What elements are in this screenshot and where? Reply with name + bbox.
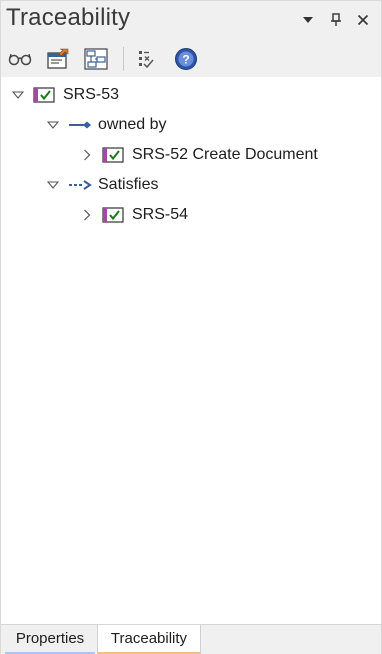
tree-item-label: SRS-52 Create Document: [132, 146, 318, 163]
traceability-tree: SRS-53 owned by SRS-52 Create Document S…: [1, 79, 381, 624]
requirement-icon: [102, 206, 124, 224]
close-icon[interactable]: [354, 11, 372, 29]
bottom-tab-strip: Properties Traceability: [1, 624, 381, 654]
panel-title-bar: Traceability: [1, 1, 381, 41]
expand-chevron-icon[interactable]: [80, 148, 94, 162]
traceability-panel: Traceability ? SRS-53 owned by SRS-52 Cr…: [0, 0, 382, 654]
toolbar: ?: [1, 41, 381, 77]
tree-group-owned-by[interactable]: owned by: [46, 111, 167, 139]
locate-in-browser-icon[interactable]: [45, 46, 71, 72]
help-icon[interactable]: ?: [173, 46, 199, 72]
tree-item-srs-54[interactable]: SRS-54: [80, 201, 188, 229]
tree-group-label: Satisfies: [98, 176, 159, 193]
expand-chevron-icon[interactable]: [80, 208, 94, 222]
collapse-triangle-icon[interactable]: [11, 88, 25, 102]
tree-item-label: SRS-54: [132, 206, 189, 223]
dropdown-icon[interactable]: [299, 11, 317, 29]
toolbar-separator: [123, 47, 124, 71]
owned-by-connector-icon: [68, 118, 92, 132]
glasses-icon[interactable]: [7, 46, 33, 72]
tree-root-row[interactable]: SRS-53: [11, 81, 119, 109]
pin-icon[interactable]: [327, 11, 345, 29]
requirement-icon: [102, 146, 124, 164]
collapse-triangle-icon[interactable]: [46, 118, 60, 132]
tree-item-srs-52[interactable]: SRS-52 Create Document: [80, 141, 318, 169]
tree-root-label: SRS-53: [63, 86, 120, 103]
tab-properties[interactable]: Properties: [5, 625, 95, 654]
satisfies-connector-icon: [68, 178, 92, 192]
requirement-icon: [33, 86, 55, 104]
checklist-icon[interactable]: [135, 46, 161, 72]
collapse-triangle-icon[interactable]: [46, 178, 60, 192]
tree-group-label: owned by: [98, 116, 167, 133]
tab-traceability[interactable]: Traceability: [97, 625, 201, 654]
svg-text:?: ?: [182, 53, 189, 67]
tree-group-satisfies[interactable]: Satisfies: [46, 171, 158, 199]
diagram-icon[interactable]: [83, 46, 109, 72]
panel-title: Traceability: [6, 4, 131, 31]
